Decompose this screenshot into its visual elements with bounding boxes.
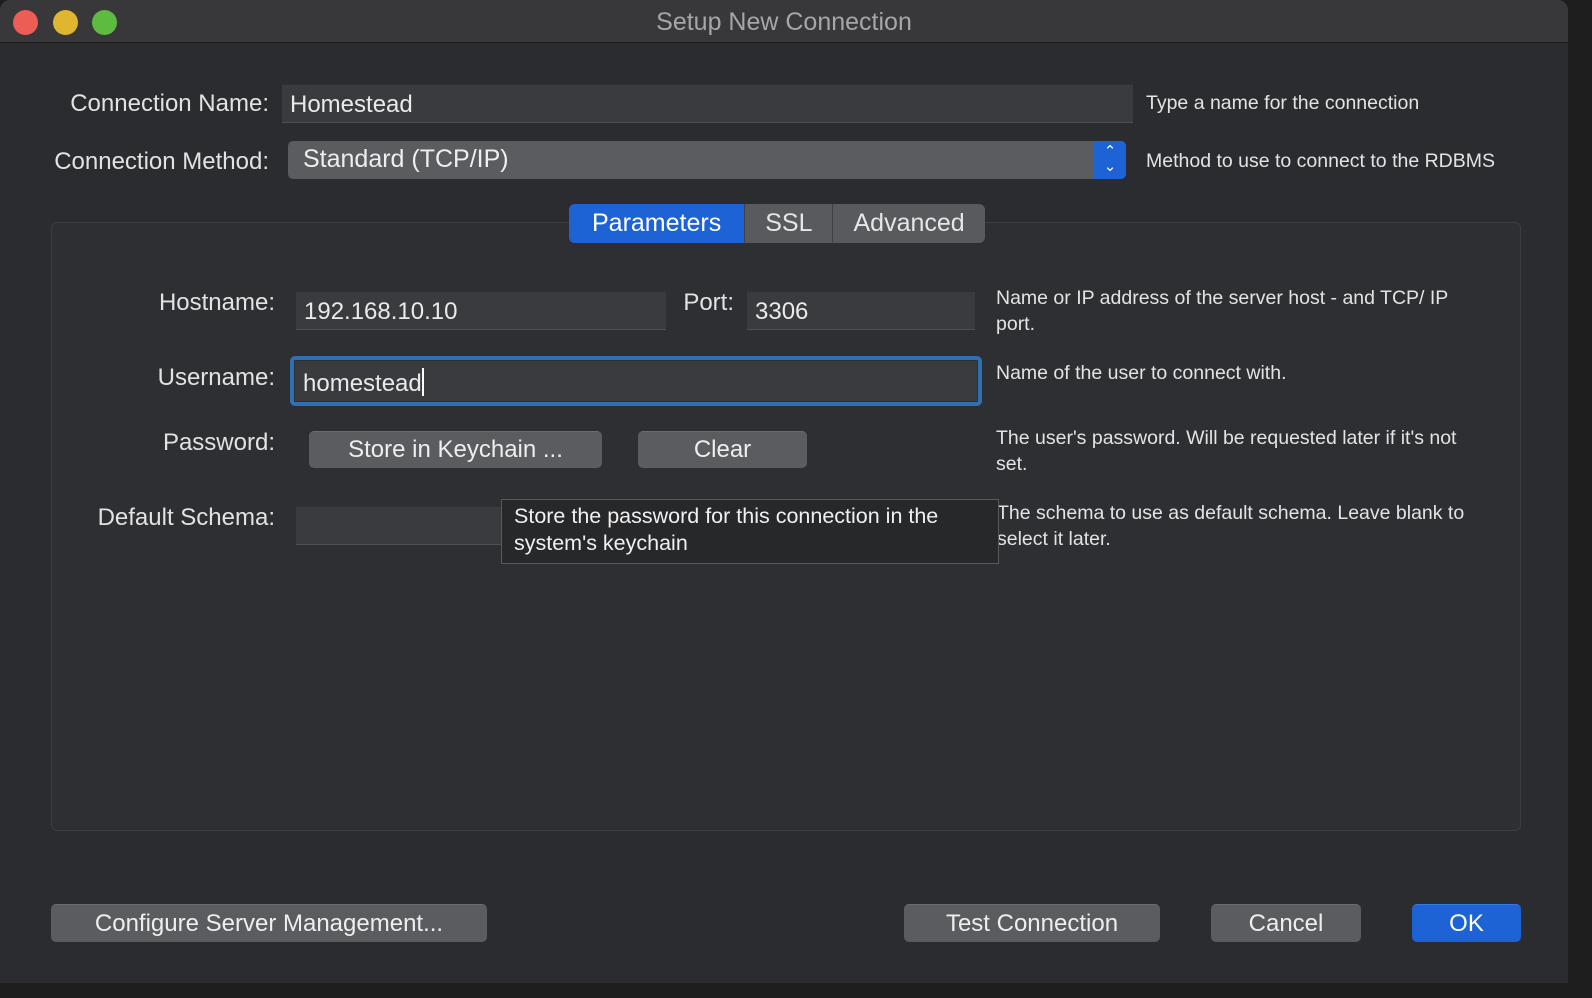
tab-advanced[interactable]: Advanced: [832, 204, 984, 243]
tab-bar: Parameters SSL Advanced: [569, 204, 985, 243]
keychain-tooltip: Store the password for this connection i…: [501, 499, 999, 564]
title-bar[interactable]: Setup New Connection: [0, 0, 1568, 43]
cancel-button[interactable]: Cancel: [1211, 904, 1361, 942]
connection-name-label: Connection Name:: [70, 90, 269, 117]
connection-method-label: Connection Method:: [54, 148, 269, 175]
store-in-keychain-button[interactable]: Store in Keychain ...: [309, 431, 602, 468]
hostname-label: Hostname:: [158, 289, 275, 316]
connection-method-hint: Method to use to connect to the RDBMS: [1146, 150, 1496, 172]
connection-method-select[interactable]: Standard (TCP/IP) ⌃ ⌄: [288, 141, 1126, 179]
ok-button[interactable]: OK: [1412, 904, 1521, 942]
test-connection-button[interactable]: Test Connection: [904, 904, 1160, 942]
username-value: homestead: [303, 370, 422, 397]
connection-name-hint: Type a name for the connection: [1146, 92, 1420, 114]
port-field[interactable]: 3306: [747, 291, 975, 330]
setup-connection-window: Setup New Connection Connection Name: Ho…: [0, 0, 1568, 983]
tab-ssl[interactable]: SSL: [744, 204, 832, 243]
password-hint: The user's password. Will be requested l…: [996, 427, 1457, 475]
connection-method-value: Standard (TCP/IP): [303, 145, 509, 173]
clear-password-button[interactable]: Clear: [638, 431, 807, 468]
text-caret: [421, 368, 424, 396]
username-hint: Name of the user to connect with.: [996, 362, 1287, 384]
username-field[interactable]: homestead: [295, 361, 977, 401]
configure-server-management-button[interactable]: Configure Server Management...: [51, 904, 487, 942]
password-label: Password:: [162, 429, 275, 456]
username-label: Username:: [157, 364, 275, 391]
default-schema-hint: The schema to use as default schema. Lea…: [997, 502, 1465, 550]
tab-parameters[interactable]: Parameters: [569, 204, 745, 243]
window-title: Setup New Connection: [656, 8, 912, 36]
host-port-hint: Name or IP address of the server host - …: [996, 287, 1448, 335]
chevron-up-down-icon: ⌃ ⌄: [1094, 141, 1126, 179]
hostname-field[interactable]: 192.168.10.10: [296, 291, 666, 330]
port-label: Port:: [683, 289, 734, 316]
default-schema-label: Default Schema:: [97, 504, 275, 531]
connection-name-field[interactable]: Homestead: [282, 84, 1133, 123]
